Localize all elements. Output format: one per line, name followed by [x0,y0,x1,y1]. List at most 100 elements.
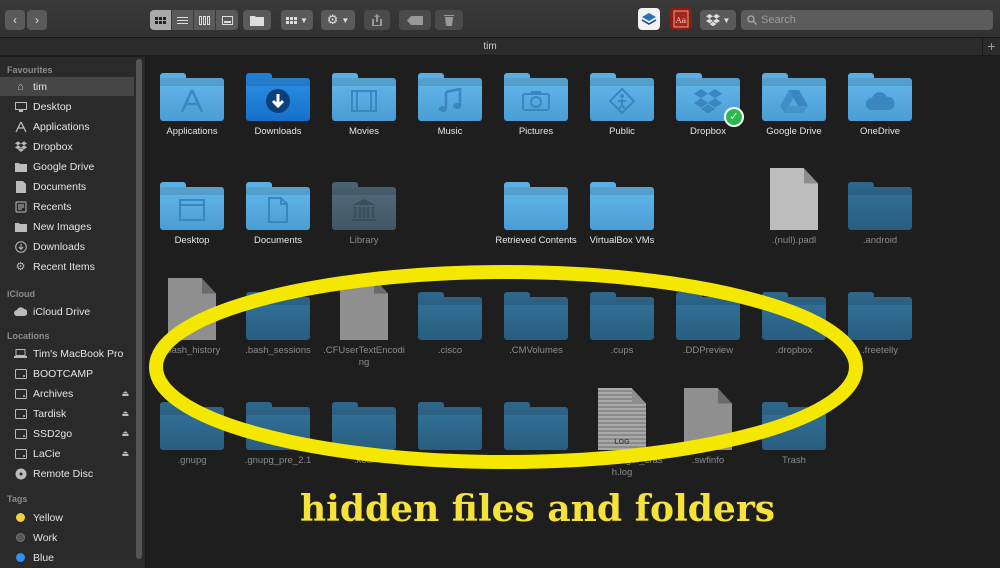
file-item[interactable]: .gnupg [149,402,235,467]
action-menu-button[interactable]: ⚙ ▼ [321,10,355,30]
eject-icon[interactable]: ⏏ [121,409,129,418]
file-item[interactable]: Trash [751,402,837,467]
file-item[interactable]: LOG .pia_manager_crash.log [579,388,665,479]
sidebar-tag-yellow[interactable]: Yellow [0,508,134,527]
library-folder-icon [332,182,396,230]
eject-icon[interactable]: ⏏ [121,429,129,438]
file-item[interactable]: ✓ Dropbox [665,73,751,138]
file-item[interactable]: VirtualBox VMs [579,182,665,247]
file-item[interactable]: .dropbox [751,292,837,357]
file-item[interactable]: .android [837,182,923,247]
file-item[interactable]: .bash_sessions [235,292,321,357]
file-item[interactable]: .kodi [321,402,407,467]
sidebar-item-downloads[interactable]: Downloads [0,237,134,256]
sidebar-item-recents[interactable]: Recents [0,197,134,216]
file-item[interactable]: Downloads [235,73,321,138]
layers-icon [641,13,657,25]
search-icon [747,15,757,25]
layers-app-icon[interactable] [638,8,660,30]
disk-icon [14,447,27,460]
search-field[interactable] [741,10,993,30]
file-item[interactable]: .swfinfo [665,388,751,467]
desktop-folder-icon [160,182,224,230]
desktop-icon [14,100,27,113]
favourites-header: Favourites [7,65,53,75]
window-title[interactable]: tim [0,41,980,52]
movies-folder-icon [332,73,396,121]
share-button[interactable] [364,10,390,30]
sidebar-item-dropbox[interactable]: Dropbox [0,137,134,156]
sidebar-item-recent-items[interactable]: ⚙ Recent Items [0,257,134,276]
sidebar-tag-blue[interactable]: Blue [0,548,134,567]
disk-icon [14,367,27,380]
gear-icon: ⚙ [326,12,339,27]
sidebar-item-documents[interactable]: Documents [0,177,134,196]
file-item[interactable]: .oracle_jre_usage [407,402,493,467]
new-folder-button[interactable] [243,10,271,30]
file-item[interactable]: Applications [149,73,235,138]
file-item[interactable]: Public [579,73,665,138]
file-item[interactable]: OneDrive [837,73,923,138]
file-item[interactable]: Movies [321,73,407,138]
dropbox-menu-button[interactable]: ▼ [700,10,736,30]
sidebar-item-new-images[interactable]: New Images [0,217,134,236]
back-button[interactable]: ‹ [5,10,25,30]
file-item[interactable]: Retrieved Contents [493,182,579,247]
disk-icon [14,427,27,440]
sidebar-item-lacie[interactable]: LaCie ⏏ [0,444,134,463]
sidebar-item-desktop[interactable]: Desktop [0,97,134,116]
tags-header: Tags [7,494,28,504]
file-item[interactable]: Documents [235,182,321,247]
search-input[interactable] [761,14,981,26]
file-item[interactable]: .gnupg_pre_2.1 [235,402,321,467]
sidebar-item-macbook-pro[interactable]: Tim's MacBook Pro [0,344,134,363]
gallery-view-button[interactable] [216,10,238,30]
file-item[interactable]: .CMVolumes [493,292,579,357]
group-by-button[interactable]: ▼ [281,10,313,30]
list-view-button[interactable] [172,10,194,30]
sidebar: Favourites ⌂ tim Desktop Applications Dro… [0,57,146,568]
applications-icon [14,120,27,133]
edit-tags-button[interactable] [399,10,431,30]
file-item[interactable]: Library [321,182,407,247]
file-item[interactable]: Music [407,73,493,138]
hidden-folder-icon [246,402,310,450]
file-item[interactable]: .CFUserTextEncoding [321,278,407,369]
file-item[interactable]: .freetelly [837,292,923,357]
gallery-view-icon [221,15,233,25]
disk-icon [14,407,27,420]
file-item[interactable]: Pictures [493,73,579,138]
toolbar: ‹ › ▼ ⚙ ▼ Aa ▼ [0,0,1000,38]
sidebar-item-google-drive[interactable]: Google Drive [0,157,134,176]
sidebar-tag-work[interactable]: Work [0,528,134,547]
icon-view-button[interactable] [150,10,172,30]
sidebar-item-bootcamp[interactable]: BOOTCAMP [0,364,134,383]
sidebar-item-applications[interactable]: Applications [0,117,134,136]
file-item[interactable]: .cisco [407,292,493,357]
sidebar-item-icloud-drive[interactable]: iCloud Drive [0,302,134,321]
sidebar-item-remote-disc[interactable]: Remote Disc [0,464,134,483]
hidden-folder-icon [590,292,654,340]
eject-icon[interactable]: ⏏ [121,449,129,458]
forward-button[interactable]: › [27,10,47,30]
file-item[interactable]: Desktop [149,182,235,247]
sidebar-item-archives[interactable]: Archives ⏏ [0,384,134,403]
recents-icon [14,200,27,213]
file-item[interactable]: .(null).padl [751,168,837,247]
trash-button[interactable] [435,10,463,30]
file-item[interactable]: .pia_manager [493,402,579,467]
file-item[interactable]: Google Drive [751,73,837,138]
sidebar-item-ssd2go[interactable]: SSD2go ⏏ [0,424,134,443]
sidebar-item-tardisk[interactable]: Tardisk ⏏ [0,404,134,423]
file-item[interactable]: .bash_history [149,278,235,357]
column-view-button[interactable] [194,10,216,30]
file-item[interactable]: .DDPreview [665,292,751,357]
new-tab-button[interactable]: + [982,38,1000,56]
dictionary-app-icon[interactable]: Aa [670,8,692,30]
eject-icon[interactable]: ⏏ [121,389,129,398]
chevron-left-icon: ‹ [13,13,17,27]
file-item[interactable]: .cups [579,292,665,357]
folder-icon [14,220,27,233]
sidebar-item-tim[interactable]: ⌂ tim [0,77,134,96]
sidebar-scrollbar[interactable] [136,59,142,559]
